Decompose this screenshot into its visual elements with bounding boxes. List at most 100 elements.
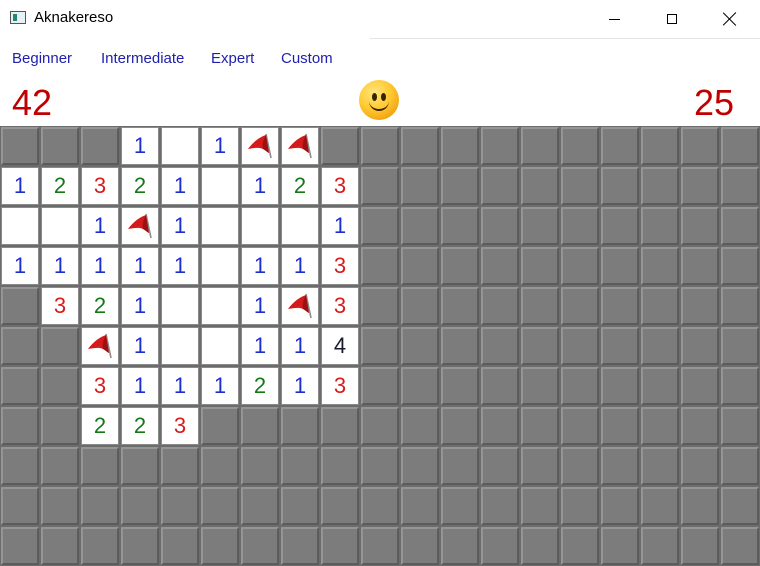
hidden-cell[interactable] [641, 367, 679, 405]
hidden-cell[interactable] [401, 207, 439, 245]
hidden-cell[interactable] [601, 487, 639, 525]
hidden-cell[interactable] [641, 527, 679, 565]
hidden-cell[interactable] [361, 327, 399, 365]
hidden-cell[interactable] [321, 127, 359, 165]
hidden-cell[interactable] [441, 487, 479, 525]
number-cell[interactable]: 1 [241, 247, 279, 285]
number-cell[interactable]: 3 [41, 287, 79, 325]
hidden-cell[interactable] [521, 367, 559, 405]
number-cell[interactable]: 1 [81, 247, 119, 285]
hidden-cell[interactable] [481, 247, 519, 285]
number-cell[interactable]: 2 [121, 167, 159, 205]
number-cell[interactable]: 1 [121, 287, 159, 325]
number-cell[interactable]: 1 [121, 327, 159, 365]
number-cell[interactable]: 3 [321, 367, 359, 405]
hidden-cell[interactable] [41, 407, 79, 445]
hidden-cell[interactable] [481, 487, 519, 525]
hidden-cell[interactable] [601, 127, 639, 165]
hidden-cell[interactable] [241, 407, 279, 445]
hidden-cell[interactable] [41, 327, 79, 365]
hidden-cell[interactable] [641, 447, 679, 485]
hidden-cell[interactable] [361, 167, 399, 205]
hidden-cell[interactable] [41, 127, 79, 165]
hidden-cell[interactable] [481, 447, 519, 485]
hidden-cell[interactable] [281, 447, 319, 485]
minimize-button[interactable] [585, 0, 643, 38]
hidden-cell[interactable] [361, 367, 399, 405]
hidden-cell[interactable] [441, 407, 479, 445]
number-cell[interactable]: 1 [201, 127, 239, 165]
hidden-cell[interactable] [681, 167, 719, 205]
hidden-cell[interactable] [561, 407, 599, 445]
number-cell[interactable]: 3 [81, 167, 119, 205]
hidden-cell[interactable] [641, 487, 679, 525]
number-cell[interactable]: 2 [281, 167, 319, 205]
hidden-cell[interactable] [361, 127, 399, 165]
hidden-cell[interactable] [481, 207, 519, 245]
hidden-cell[interactable] [1, 407, 39, 445]
hidden-cell[interactable] [201, 527, 239, 565]
flagged-cell[interactable] [281, 287, 319, 325]
hidden-cell[interactable] [121, 447, 159, 485]
hidden-cell[interactable] [281, 407, 319, 445]
hidden-cell[interactable] [161, 527, 199, 565]
hidden-cell[interactable] [601, 447, 639, 485]
hidden-cell[interactable] [681, 287, 719, 325]
hidden-cell[interactable] [561, 447, 599, 485]
hidden-cell[interactable] [721, 287, 759, 325]
number-cell[interactable]: 3 [321, 287, 359, 325]
hidden-cell[interactable] [481, 407, 519, 445]
hidden-cell[interactable] [401, 327, 439, 365]
empty-cell[interactable] [201, 167, 239, 205]
hidden-cell[interactable] [641, 287, 679, 325]
hidden-cell[interactable] [721, 327, 759, 365]
hidden-cell[interactable] [521, 327, 559, 365]
hidden-cell[interactable] [561, 287, 599, 325]
hidden-cell[interactable] [641, 327, 679, 365]
hidden-cell[interactable] [361, 247, 399, 285]
hidden-cell[interactable] [601, 247, 639, 285]
number-cell[interactable]: 4 [321, 327, 359, 365]
hidden-cell[interactable] [321, 447, 359, 485]
hidden-cell[interactable] [1, 487, 39, 525]
hidden-cell[interactable] [641, 207, 679, 245]
menu-expert[interactable]: Expert [211, 50, 254, 67]
hidden-cell[interactable] [601, 287, 639, 325]
hidden-cell[interactable] [401, 127, 439, 165]
hidden-cell[interactable] [561, 327, 599, 365]
menu-intermediate[interactable]: Intermediate [101, 50, 184, 67]
hidden-cell[interactable] [41, 527, 79, 565]
hidden-cell[interactable] [1, 287, 39, 325]
hidden-cell[interactable] [521, 207, 559, 245]
number-cell[interactable]: 2 [41, 167, 79, 205]
menu-custom[interactable]: Custom [281, 50, 333, 67]
hidden-cell[interactable] [681, 447, 719, 485]
hidden-cell[interactable] [681, 527, 719, 565]
hidden-cell[interactable] [721, 207, 759, 245]
hidden-cell[interactable] [401, 247, 439, 285]
hidden-cell[interactable] [681, 487, 719, 525]
hidden-cell[interactable] [401, 487, 439, 525]
number-cell[interactable]: 1 [81, 207, 119, 245]
hidden-cell[interactable] [361, 527, 399, 565]
hidden-cell[interactable] [81, 487, 119, 525]
hidden-cell[interactable] [361, 287, 399, 325]
hidden-cell[interactable] [681, 247, 719, 285]
hidden-cell[interactable] [41, 447, 79, 485]
hidden-cell[interactable] [521, 447, 559, 485]
number-cell[interactable]: 1 [121, 127, 159, 165]
hidden-cell[interactable] [641, 127, 679, 165]
hidden-cell[interactable] [481, 127, 519, 165]
number-cell[interactable]: 2 [81, 287, 119, 325]
hidden-cell[interactable] [1, 447, 39, 485]
hidden-cell[interactable] [441, 527, 479, 565]
number-cell[interactable]: 1 [41, 247, 79, 285]
empty-cell[interactable] [41, 207, 79, 245]
hidden-cell[interactable] [1, 367, 39, 405]
hidden-cell[interactable] [401, 367, 439, 405]
maximize-button[interactable] [643, 0, 701, 38]
hidden-cell[interactable] [441, 247, 479, 285]
number-cell[interactable]: 2 [241, 367, 279, 405]
hidden-cell[interactable] [721, 367, 759, 405]
hidden-cell[interactable] [361, 447, 399, 485]
